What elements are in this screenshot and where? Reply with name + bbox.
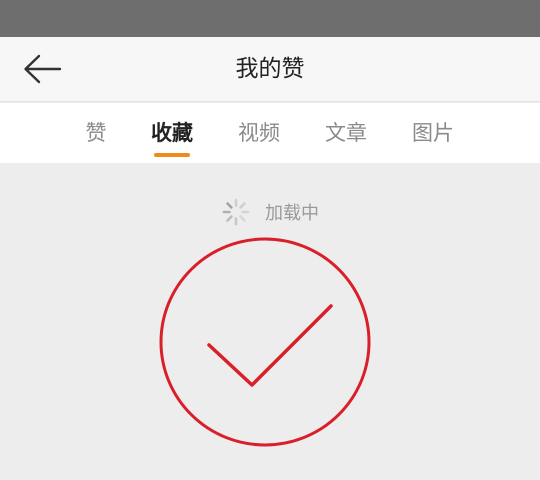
content-area: 加载中 xyxy=(0,163,540,480)
arrow-left-icon xyxy=(24,54,62,84)
loading-text: 加载中 xyxy=(265,203,319,224)
tab-label: 视频 xyxy=(238,121,280,145)
tab-likes[interactable]: 赞 xyxy=(76,103,116,163)
status-bar xyxy=(0,0,540,37)
check-circle-icon xyxy=(159,237,371,447)
tab-label: 收藏 xyxy=(151,121,193,145)
back-button[interactable] xyxy=(14,49,70,89)
tab-favorites[interactable]: 收藏 xyxy=(145,103,199,163)
loading-indicator: 加载中 xyxy=(0,197,540,227)
tab-label: 赞 xyxy=(85,121,107,145)
tab-label: 文章 xyxy=(325,121,367,145)
tab-bar: 赞 收藏 视频 文章 图片 xyxy=(0,103,540,163)
tab-videos[interactable]: 视频 xyxy=(231,103,287,163)
tab-articles[interactable]: 文章 xyxy=(318,103,374,163)
header: 我的赞 xyxy=(0,37,540,102)
active-tab-indicator xyxy=(154,153,190,157)
page-title: 我的赞 xyxy=(235,56,305,82)
loading-spinner-icon xyxy=(222,198,250,226)
tab-label: 图片 xyxy=(412,121,454,145)
tab-images[interactable]: 图片 xyxy=(405,103,461,163)
